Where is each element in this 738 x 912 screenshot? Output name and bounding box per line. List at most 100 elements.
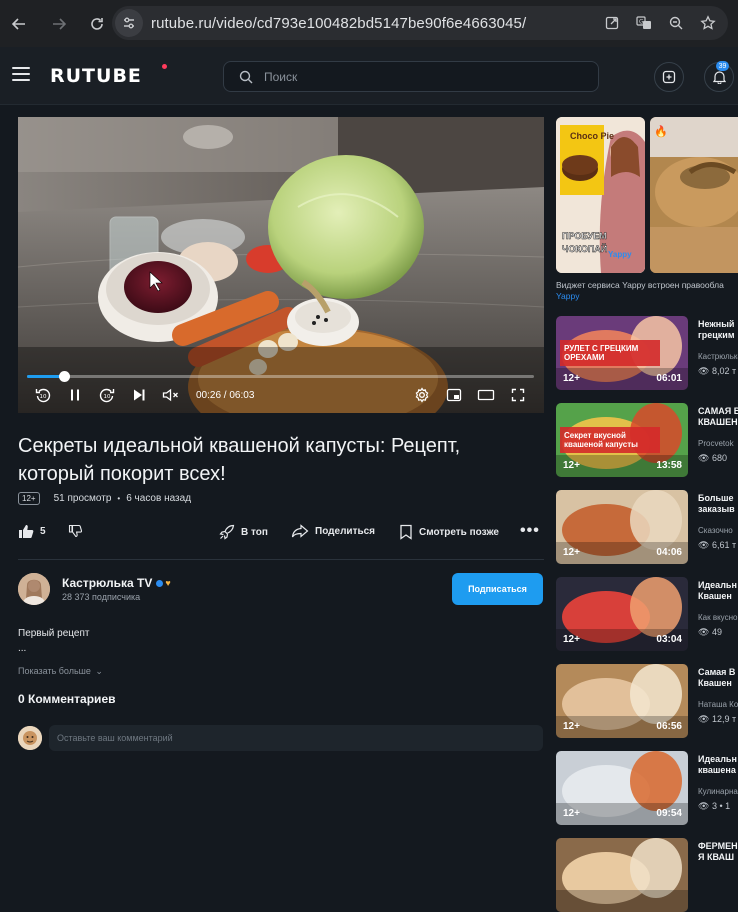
recommendation-card[interactable]: 12+ 03:04 Идеальн Квашен Как вкусно 👁 49 (556, 577, 738, 651)
recommendation-card[interactable]: 12+ 06:56 Самая В Квашен Наташа Ко 👁 12,… (556, 664, 738, 738)
back-arrow-icon[interactable] (8, 13, 30, 35)
share-arrow-icon (291, 524, 309, 538)
recommendation-thumbnail[interactable]: 12+ 04:06 (556, 490, 688, 564)
recommendation-view-count: 680 (711, 453, 727, 463)
channel-avatar[interactable] (18, 573, 50, 605)
chevron-down-icon: ⌄ (95, 666, 103, 676)
like-button[interactable]: 5 (18, 524, 46, 539)
recommendation-thumbnail[interactable]: 12+ 09:54 (556, 751, 688, 825)
recommendation-card[interactable]: Секрет вкусной квашеной капусты 12+ 13:5… (556, 403, 738, 477)
promo-product-text: Choco Pie (570, 131, 614, 141)
view-count: 51 просмотр (53, 493, 112, 504)
recommendation-view-count: 12,9 т (711, 714, 737, 724)
recommendation-title[interactable]: Самая В Квашен (698, 667, 738, 689)
address-bar[interactable]: rutube.ru/video/cd793e100482bd5147be90f6… (112, 6, 728, 40)
recommendation-author[interactable]: Кулинарна (698, 787, 738, 796)
recommendation-title[interactable]: Идеальн Квашен (698, 580, 738, 602)
comments-heading: 0 Комментариев (18, 692, 116, 706)
pause-icon[interactable] (65, 385, 85, 405)
fullscreen-icon[interactable] (508, 385, 528, 405)
promo-brand-link[interactable]: Yappy (556, 291, 579, 301)
forward-arrow-icon[interactable] (48, 13, 70, 35)
svg-text:Yappy: Yappy (608, 250, 632, 259)
site-header: RUTUBE 39 (0, 47, 738, 105)
promote-top-button[interactable]: В топ (219, 524, 268, 540)
progress-handle[interactable] (58, 371, 70, 382)
recommendation-title[interactable]: САМАЯ В КВАШЕН (698, 406, 738, 428)
recommendation-views: 👁 12,9 т (698, 714, 738, 725)
open-in-app-icon[interactable] (602, 13, 622, 33)
upload-button[interactable] (654, 62, 684, 92)
video-meta: 12+ 51 просмотр • 6 часов назад (18, 492, 191, 505)
recommendation-title-line-2: заказыв (698, 504, 735, 514)
recommendation-age: 12+ (563, 460, 580, 471)
recommendation-title[interactable]: Больше заказыв (698, 493, 738, 515)
recommendation-views: 👁 8,02 т (698, 366, 738, 377)
recommendation-author[interactable]: Как вкусно (698, 613, 738, 622)
mute-icon[interactable] (161, 385, 181, 405)
verified-icon (156, 579, 164, 587)
forward-10-icon[interactable]: 10 (97, 385, 117, 405)
user-avatar (18, 726, 42, 750)
recommendation-thumbnail[interactable]: 12+ 03:04 (556, 577, 688, 651)
recommendation-card[interactable]: 12+ 04:06 Больше заказыв Сказочно 👁 6,61… (556, 490, 738, 564)
site-settings-icon[interactable] (115, 9, 143, 37)
recommendation-thumbnail[interactable]: Секрет вкусной квашеной капусты 12+ 13:5… (556, 403, 688, 477)
age-rating-badge: 12+ (18, 492, 40, 505)
progress-bar[interactable] (27, 371, 534, 382)
recommendation-view-count: 6,61 т (711, 540, 737, 550)
translate-icon[interactable]: G (634, 13, 654, 33)
channel-name[interactable]: Кастрюлька TV ♥ (62, 576, 171, 590)
svg-text:10: 10 (40, 394, 47, 400)
menu-icon[interactable] (12, 67, 30, 81)
zoom-out-icon[interactable] (666, 13, 686, 33)
watch-later-button[interactable]: Смотреть позже (399, 524, 499, 540)
picture-in-picture-icon[interactable] (444, 385, 464, 405)
dislike-button[interactable] (68, 524, 88, 538)
search-input[interactable] (264, 69, 584, 84)
eye-icon: 👁 (698, 366, 710, 376)
recommendation-author[interactable]: Сказочно (698, 526, 738, 535)
recommendation-title-line-2: грецким (698, 330, 735, 340)
subscribe-button[interactable]: Подписаться (452, 573, 543, 605)
rewind-10-icon[interactable]: 10 (33, 385, 53, 405)
recommendation-author[interactable]: Кастрюлька (698, 352, 738, 361)
recommendation-age: 12+ (563, 373, 580, 384)
recommendation-thumbnail[interactable] (556, 838, 688, 912)
recommendation-thumbnail[interactable]: 12+ 06:56 (556, 664, 688, 738)
eye-icon: 👁 (698, 453, 710, 463)
rutube-logo[interactable]: RUTUBE (50, 65, 142, 87)
recommendation-card[interactable]: РУЛЕТ С ГРЕЦКИМ ОРЕХАМИ 12+ 06:01 Нежный… (556, 316, 738, 390)
recommendation-title[interactable]: Нежный грецким (698, 319, 738, 341)
recommendation-author[interactable]: Procvetok (698, 439, 738, 448)
video-player[interactable]: 10 10 00:26 / 06:03 (18, 117, 544, 413)
next-video-icon[interactable] (129, 385, 149, 405)
search-icon[interactable] (236, 67, 256, 87)
more-options-icon[interactable]: ••• (520, 522, 540, 540)
recommendation-thumbnail[interactable]: РУЛЕТ С ГРЕЦКИМ ОРЕХАМИ 12+ 06:01 (556, 316, 688, 390)
video-frame (18, 117, 544, 413)
bookmark-star-icon[interactable] (698, 13, 718, 33)
recommendation-age: 12+ (563, 634, 580, 645)
recommendation-title-line-1: Самая В (698, 667, 736, 677)
recommendation-title[interactable]: ФЕРМЕН Я КВАШ (698, 841, 738, 863)
recommendation-card[interactable]: 12+ 09:54 Идеальн квашена Кулинарна 👁 3 … (556, 751, 738, 825)
theater-mode-icon[interactable] (476, 385, 496, 405)
recommendation-title[interactable]: Идеальн квашена (698, 754, 738, 776)
bell-icon (712, 71, 726, 84)
bookmark-icon (400, 524, 412, 540)
recommendation-card[interactable]: ФЕРМЕН Я КВАШ (556, 838, 738, 912)
recommendation-view-count: 3 • 1 (711, 801, 731, 811)
reload-icon[interactable] (86, 13, 108, 35)
notifications-button[interactable]: 39 (704, 61, 734, 92)
recommendation-author[interactable]: Наташа Ко (698, 700, 738, 709)
share-button[interactable]: Поделиться (291, 524, 375, 538)
search-box[interactable] (223, 61, 599, 92)
recommendation-title-line-1: САМАЯ В (698, 406, 738, 416)
settings-gear-icon[interactable] (412, 385, 432, 405)
promo-card-food[interactable]: 🔥 (650, 117, 738, 273)
show-more-link[interactable]: Показать больше ⌄ (18, 666, 103, 677)
promo-card-chocopie[interactable]: Choco Pie ПРОБУЕМ ЧОКОПАЙ Yappy (556, 117, 645, 273)
video-actions: 5 В топ Поделиться Смотреть позже ••• (18, 522, 544, 546)
comment-input[interactable] (49, 725, 543, 751)
